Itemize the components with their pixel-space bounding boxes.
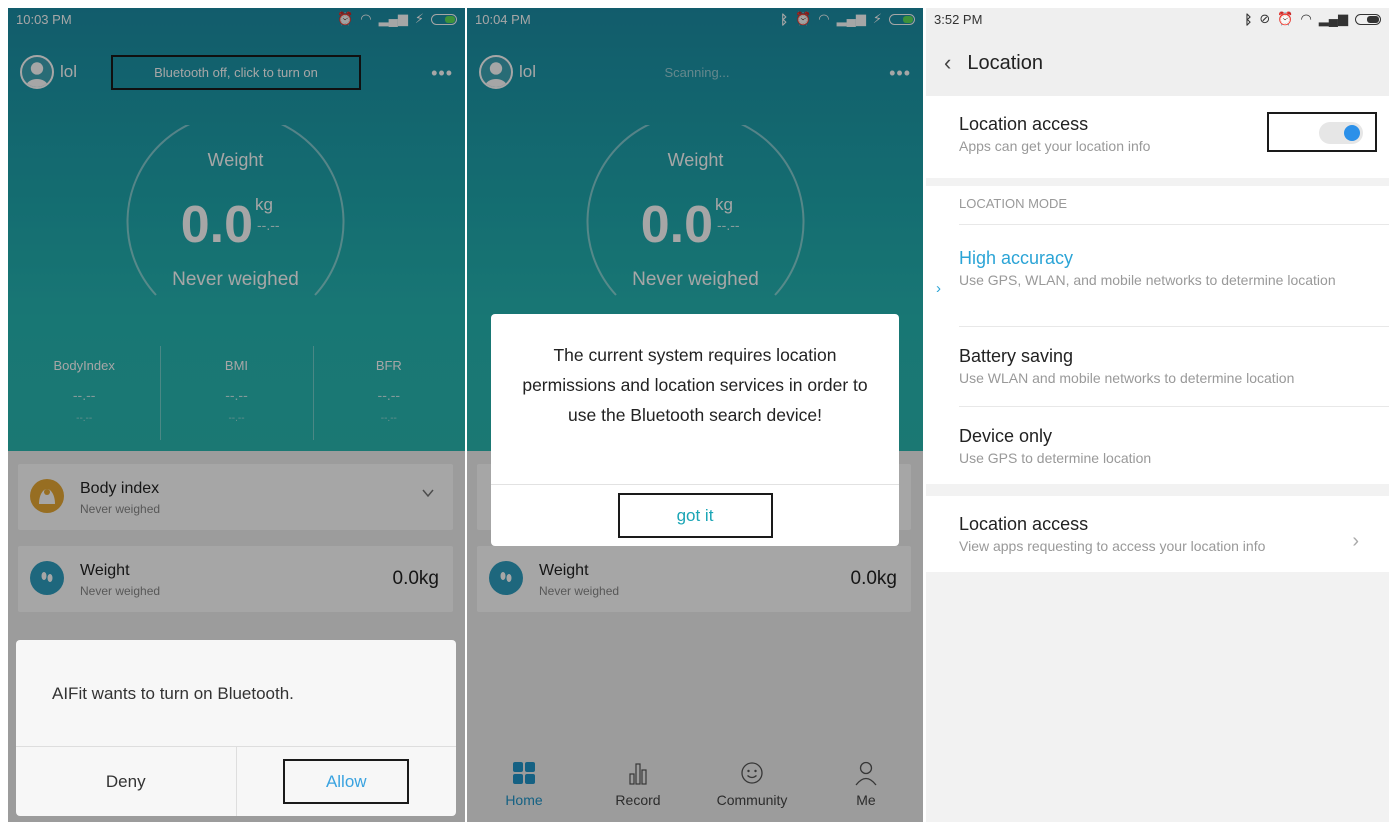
got-it-button[interactable]: got it [617,493,773,538]
mode-high-accuracy[interactable]: High accuracy Use GPS, WLAN, and mobile … [926,224,1389,328]
dialog-message: AIFit wants to turn on Bluetooth. [52,684,294,703]
row-title: Location access [959,514,1089,534]
row-title: High accuracy [959,248,1074,268]
status-time: 3:52 PM [934,11,983,27]
mode-battery-saving[interactable]: Battery saving Use WLAN and mobile netwo… [926,328,1389,408]
location-permission-dialog: The current system requires location per… [491,314,899,546]
location-settings: 3:52 PM ᛒ ⊘ ⏰ ◠ ▂▄▆ ‹ Location Location … [926,8,1389,822]
row-title: Battery saving [959,346,1074,366]
aifit-home-scanning: 10:04 PM ᛒ ⏰ ◠ ▂▄▆ ⚡ lol Scanning... •••… [467,8,923,822]
deny-button[interactable]: Deny [16,747,237,816]
alarm-icon: ⏰ [1277,11,1294,26]
dialog-footer: got it [491,484,899,546]
row-description: Use GPS to determine location [959,450,1152,466]
selected-chevron-icon: › [936,280,941,297]
chevron-right-icon[interactable]: › [1352,530,1359,553]
signal-icon: ▂▄▆ [1318,11,1348,26]
dialog-actions: Deny Allow [16,746,456,816]
status-icons: ᛒ ⊘ ⏰ ◠ ▂▄▆ [1245,11,1381,27]
wifi-icon: ◠ [1300,11,1312,26]
status-bar: 3:52 PM ᛒ ⊘ ⏰ ◠ ▂▄▆ [926,8,1389,30]
row-description: View apps requesting to access your loca… [959,538,1266,554]
location-requests-row[interactable]: Location access View apps requesting to … [926,496,1389,556]
row-title: Device only [959,426,1053,446]
dialog-message: The current system requires location per… [522,345,868,425]
row-description: Use WLAN and mobile networks to determin… [959,370,1295,386]
location-toggle-highlight [1267,112,1377,152]
battery-icon [1355,13,1381,25]
page-title: Location [967,51,1043,74]
location-requests-section: Location access View apps requesting to … [926,496,1389,572]
mode-device-only[interactable]: Device only Use GPS to determine locatio… [926,408,1389,486]
allow-button[interactable]: Allow [283,759,410,804]
bluetooth-icon: ᛒ [1244,11,1253,27]
location-mode-header: LOCATION MODE [926,186,1389,224]
section-header: LOCATION MODE [959,196,1068,211]
aifit-home-bluetooth-off: 10:03 PM ⏰ ◠ ▂▄▆ ⚡ lol Bluetooth off, cl… [8,8,465,822]
location-mode-section: LOCATION MODE High accuracy Use GPS, WLA… [926,186,1389,484]
allow-button-cell: Allow [237,747,457,816]
bluetooth-permission-dialog: AIFit wants to turn on Bluetooth. Deny A… [16,640,456,816]
location-off-icon: ⊘ [1259,11,1271,26]
row-description: Use GPS, WLAN, and mobile networks to de… [959,272,1336,288]
back-icon[interactable]: ‹ [944,50,951,76]
location-access-toggle[interactable] [1319,122,1363,144]
settings-header: ‹ Location [926,30,1389,96]
